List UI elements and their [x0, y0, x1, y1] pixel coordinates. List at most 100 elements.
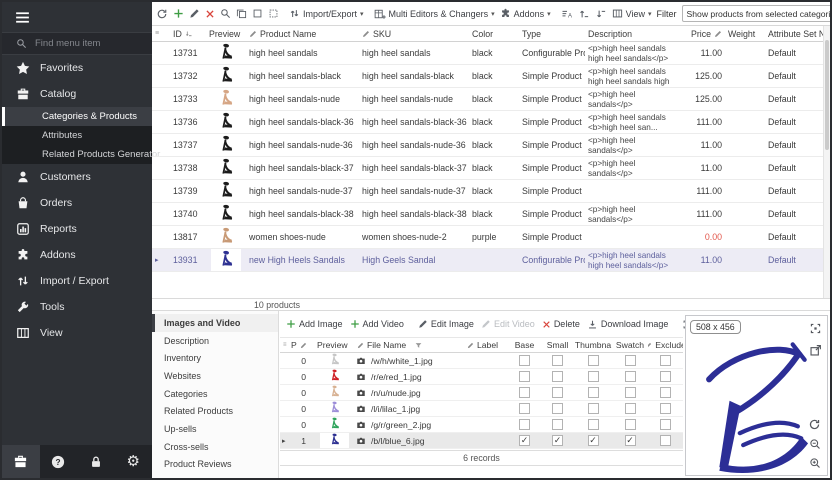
exclude-checkbox[interactable]	[660, 419, 671, 430]
tab-websites[interactable]: Websites	[152, 367, 278, 385]
help-button[interactable]: ?	[40, 445, 78, 478]
product-row-13732[interactable]: 13732high heel sandals-blackhigh heel sa…	[152, 65, 823, 88]
sidebar-item-attributes[interactable]: Attributes	[2, 126, 152, 145]
swatch-checkbox[interactable]	[625, 387, 636, 398]
sidebar-item-addons[interactable]: Addons	[2, 242, 152, 268]
small-checkbox[interactable]	[552, 371, 563, 382]
column-header-price[interactable]: Price	[680, 29, 725, 39]
column-header-sku[interactable]: SKU	[359, 29, 469, 39]
menu-toggle-button[interactable]	[2, 2, 152, 32]
tab-inventory[interactable]: Inventory	[152, 349, 278, 367]
thumbnail-checkbox[interactable]	[588, 387, 599, 398]
column-header-preview[interactable]: Preview	[206, 29, 246, 39]
thumbnail-checkbox[interactable]: ✓	[588, 435, 599, 446]
column-header-attribute-set-name[interactable]: Attribute Set Name	[765, 29, 823, 39]
view-menu[interactable]: View ▾	[612, 8, 652, 19]
small-checkbox[interactable]	[552, 387, 563, 398]
image-row-lilac_1.jpg[interactable]: 0/l/i/lilac_1.jpg	[280, 401, 683, 417]
column-header-preview[interactable]: Preview	[314, 340, 354, 350]
thumbnail-checkbox[interactable]	[588, 419, 599, 430]
image-row-nude.jpg[interactable]: 0/n/u/nude.jpg	[280, 385, 683, 401]
product-row-13737[interactable]: 13737high heel sandals-nude-36high heel …	[152, 134, 823, 157]
image-row-green_2.jpg[interactable]: 0/g/r/green_2.jpg	[280, 417, 683, 433]
column-header-weight[interactable]: Weight	[725, 29, 765, 39]
scrollbar-thumb[interactable]	[825, 40, 829, 150]
sidebar-item-categories-products[interactable]: Categories & Products	[2, 107, 152, 126]
zoom-out-button[interactable]	[809, 438, 821, 450]
exclude-checkbox[interactable]	[660, 371, 671, 382]
sidebar-item-catalog[interactable]: Catalog	[2, 81, 152, 107]
sidebar-item-import-export[interactable]: Import / Export	[2, 268, 152, 294]
column-header-exclude[interactable]: Exclude	[648, 340, 683, 350]
small-checkbox[interactable]	[552, 419, 563, 430]
column-header-type[interactable]: Type	[519, 29, 585, 39]
tab-categories[interactable]: Categories	[152, 385, 278, 403]
column-header-label[interactable]: Label	[464, 340, 508, 350]
delete-image-button[interactable]: Delete	[542, 319, 580, 329]
edit-product-button[interactable]	[189, 8, 200, 19]
settings-button[interactable]: ⚙	[115, 445, 153, 478]
sidebar-item-orders[interactable]: Orders	[2, 190, 152, 216]
sidebar-item-related-products-generator[interactable]: Related Products Generator	[2, 145, 152, 164]
exclude-checkbox[interactable]	[660, 403, 671, 414]
menu-search[interactable]	[2, 32, 152, 55]
rotate-button[interactable]	[808, 418, 821, 431]
exclude-checkbox[interactable]	[660, 435, 671, 446]
product-row-13731[interactable]: 13731high heel sandalshigh heel sandalsb…	[152, 42, 823, 65]
sidebar-item-favorites[interactable]: Favorites	[2, 55, 152, 81]
sidebar-item-customers[interactable]: Customers	[2, 164, 152, 190]
select-button[interactable]	[252, 8, 263, 19]
small-checkbox[interactable]	[552, 403, 563, 414]
thumbnail-checkbox[interactable]	[588, 403, 599, 414]
add-product-button[interactable]	[173, 8, 184, 19]
product-row-13736[interactable]: 13736high heel sandals-black-36high heel…	[152, 111, 823, 134]
tab-related-products[interactable]: Related Products	[152, 402, 278, 420]
tab-description[interactable]: Description	[152, 332, 278, 350]
sidebar-item-view[interactable]: View	[2, 320, 152, 346]
base-checkbox[interactable]	[519, 371, 530, 382]
addons-menu[interactable]: Addons ▾	[500, 8, 551, 19]
product-row-13817[interactable]: 13817women shoes-nudewomen shoes-nude-2p…	[152, 226, 823, 249]
collapse-button[interactable]	[595, 8, 607, 20]
sidebar-item-tools[interactable]: Tools	[2, 294, 152, 320]
base-checkbox[interactable]	[519, 419, 530, 430]
swatch-checkbox[interactable]	[625, 355, 636, 366]
image-row-blue_6.jpg[interactable]: ▸1/b/l/blue_6.jpg✓✓✓✓	[280, 433, 683, 449]
copy-button[interactable]	[236, 8, 247, 19]
product-row-13740[interactable]: 13740high heel sandals-black-38high heel…	[152, 203, 823, 226]
column-header-id[interactable]: ID	[162, 29, 206, 39]
column-header-thumbna[interactable]: Thumbna	[574, 340, 612, 350]
import-export-menu[interactable]: Import/Export ▾	[289, 8, 364, 19]
tab-product-reviews[interactable]: Product Reviews	[152, 456, 278, 474]
sort-attributes-button[interactable]: A	[561, 8, 573, 20]
filter-select[interactable]: Show products from selected categories ▾	[682, 5, 832, 22]
paste-button[interactable]	[268, 8, 279, 19]
vertical-scrollbar[interactable]	[823, 26, 830, 298]
base-checkbox[interactable]	[519, 387, 530, 398]
swatch-checkbox[interactable]	[625, 403, 636, 414]
sidebar-item-reports[interactable]: Reports	[2, 216, 152, 242]
add-video-button[interactable]: Add Video	[350, 319, 404, 329]
base-checkbox[interactable]	[519, 403, 530, 414]
multi-editors-menu[interactable]: Multi Editors & Changers ▾	[374, 8, 495, 20]
add-image-button[interactable]: Add Image	[286, 319, 343, 329]
tab-cross-sells[interactable]: Cross-sells	[152, 438, 278, 456]
swatch-checkbox[interactable]	[625, 419, 636, 430]
thumbnail-checkbox[interactable]	[588, 371, 599, 382]
exclude-checkbox[interactable]	[660, 387, 671, 398]
base-checkbox[interactable]	[519, 355, 530, 366]
swatch-checkbox[interactable]	[625, 371, 636, 382]
base-checkbox[interactable]: ✓	[519, 435, 530, 446]
thumbnail-checkbox[interactable]	[588, 355, 599, 366]
image-row-red_1.jpg[interactable]: 0/r/e/red_1.jpg	[280, 369, 683, 385]
fit-to-screen-button[interactable]	[809, 322, 822, 335]
image-row-white_1.jpg[interactable]: 0/w/h/white_1.jpg	[280, 353, 683, 369]
column-header-base[interactable]: Base	[508, 340, 541, 350]
column-header-color[interactable]: Color	[469, 29, 519, 39]
tab-images-and-video[interactable]: Images and Video	[152, 314, 278, 332]
swatch-checkbox[interactable]: ✓	[625, 435, 636, 446]
product-row-13738[interactable]: 13738high heel sandals-black-37high heel…	[152, 157, 823, 180]
lock-button[interactable]	[77, 445, 115, 478]
open-external-button[interactable]	[809, 344, 822, 357]
column-header-product-name[interactable]: Product Name	[246, 29, 359, 39]
